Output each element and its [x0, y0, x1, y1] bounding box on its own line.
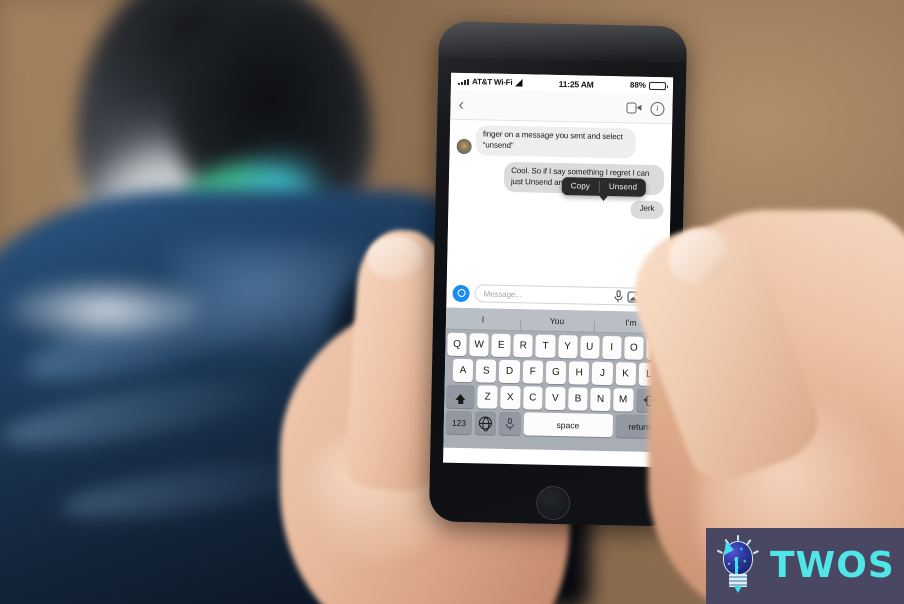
home-button[interactable] — [535, 485, 571, 521]
clock-label: 11:25 AM — [558, 78, 594, 90]
key-c[interactable]: C — [522, 386, 543, 410]
lightbulb-tip — [734, 586, 742, 593]
key-v[interactable]: V — [545, 386, 566, 411]
context-menu-copy[interactable]: Copy — [562, 177, 599, 196]
key-q[interactable]: Q — [447, 332, 467, 357]
message-row-outgoing: Jerk — [455, 197, 664, 219]
globe-icon — [479, 416, 493, 430]
sticker-icon[interactable] — [644, 291, 657, 303]
white-highlight-patch — [10, 280, 200, 340]
ios-keyboard: I You I'm Q W E R T Y U I O P A S D F G … — [443, 307, 669, 453]
microphone-icon[interactable] — [613, 290, 623, 303]
camera-icon[interactable] — [452, 284, 470, 302]
context-menu-pointer — [598, 194, 609, 202]
key-o[interactable]: O — [624, 336, 644, 360]
info-icon[interactable]: i — [650, 101, 665, 116]
carrier-label: AT&T Wi-Fi — [471, 77, 513, 88]
shift-arrow-icon — [455, 393, 466, 400]
lightbulb-icon — [714, 535, 764, 597]
nav-spacer — [464, 104, 626, 107]
left-fingernail — [368, 236, 424, 280]
dictation-key[interactable] — [499, 411, 521, 436]
key-e[interactable]: E — [491, 333, 512, 358]
contact-avatar — [456, 138, 472, 155]
message-row-incoming: finger on a message you sent and select … — [456, 125, 665, 159]
cellular-signal-icon — [457, 78, 470, 86]
key-t[interactable]: T — [535, 334, 556, 358]
microphone-icon — [505, 417, 514, 430]
predictive-suggestion[interactable]: You — [520, 315, 594, 327]
photos-icon[interactable] — [627, 290, 640, 303]
message-context-menu: Copy Unsend — [561, 177, 647, 202]
phone-screen: AT&T Wi-Fi ◢ 11:25 AM 88% ‹ i finger on … — [443, 72, 674, 468]
key-l[interactable]: L — [638, 362, 660, 387]
key-k[interactable]: K — [615, 362, 636, 386]
message-input-placeholder: Message... — [483, 288, 522, 299]
key-p[interactable]: P — [646, 336, 666, 361]
key-h[interactable]: H — [568, 361, 590, 385]
key-j[interactable]: J — [592, 361, 613, 386]
key-f[interactable]: F — [522, 360, 544, 384]
facetime-video-icon[interactable] — [626, 102, 642, 114]
nav-action-icons: i — [626, 101, 665, 116]
key-b[interactable]: B — [567, 387, 589, 411]
key-s[interactable]: S — [475, 359, 497, 383]
predictive-suggestion[interactable]: I — [446, 313, 520, 325]
status-bar-left: AT&T Wi-Fi ◢ — [457, 77, 522, 88]
iphone-device: AT&T Wi-Fi ◢ 11:25 AM 88% ‹ i finger on … — [428, 21, 688, 527]
key-n[interactable]: N — [590, 387, 611, 412]
conversation-thread: finger on a message you sent and select … — [446, 119, 673, 285]
message-bubble-incoming[interactable]: finger on a message you sent and select … — [475, 125, 637, 159]
input-field-icons — [613, 290, 657, 303]
key-i[interactable]: I — [601, 335, 622, 360]
globe-key[interactable] — [474, 411, 497, 435]
shift-key[interactable] — [446, 384, 476, 409]
key-a[interactable]: A — [452, 358, 474, 383]
key-u[interactable]: U — [579, 335, 600, 359]
numbers-key[interactable]: 123 — [445, 410, 473, 435]
status-bar-right: 88% — [629, 80, 667, 90]
battery-icon — [648, 81, 667, 90]
delete-icon: ✕ — [643, 395, 657, 406]
phone-bezel-highlight — [438, 21, 688, 63]
delete-key[interactable]: ✕ — [635, 388, 665, 413]
key-x[interactable]: X — [500, 385, 521, 410]
predictive-suggestion[interactable]: I'm — [594, 316, 668, 328]
key-r[interactable]: R — [513, 334, 534, 358]
battery-percent-label: 88% — [629, 80, 647, 90]
messages-nav-bar: ‹ i — [450, 89, 673, 125]
twos-brand-label: TWOS — [770, 545, 895, 586]
key-z[interactable]: Z — [477, 385, 498, 409]
sneaker-eyelet — [300, 115, 326, 139]
key-d[interactable]: D — [499, 359, 520, 384]
key-g[interactable]: G — [545, 360, 567, 385]
space-key[interactable]: space — [523, 412, 613, 438]
key-m[interactable]: M — [613, 388, 634, 412]
context-menu-unsend[interactable]: Unsend — [600, 178, 647, 197]
keyboard-row-4: 123 space return — [444, 408, 666, 439]
back-chevron-icon[interactable]: ‹ — [458, 95, 464, 114]
key-w[interactable]: W — [469, 333, 489, 357]
message-input-field[interactable]: Message... — [474, 284, 663, 307]
key-y[interactable]: Y — [557, 335, 578, 359]
lightbulb-bolt — [724, 541, 735, 557]
message-bubble-jerk[interactable]: Jerk — [630, 200, 664, 219]
return-key[interactable]: return — [615, 414, 665, 439]
twos-watermark: TWOS — [706, 528, 904, 604]
